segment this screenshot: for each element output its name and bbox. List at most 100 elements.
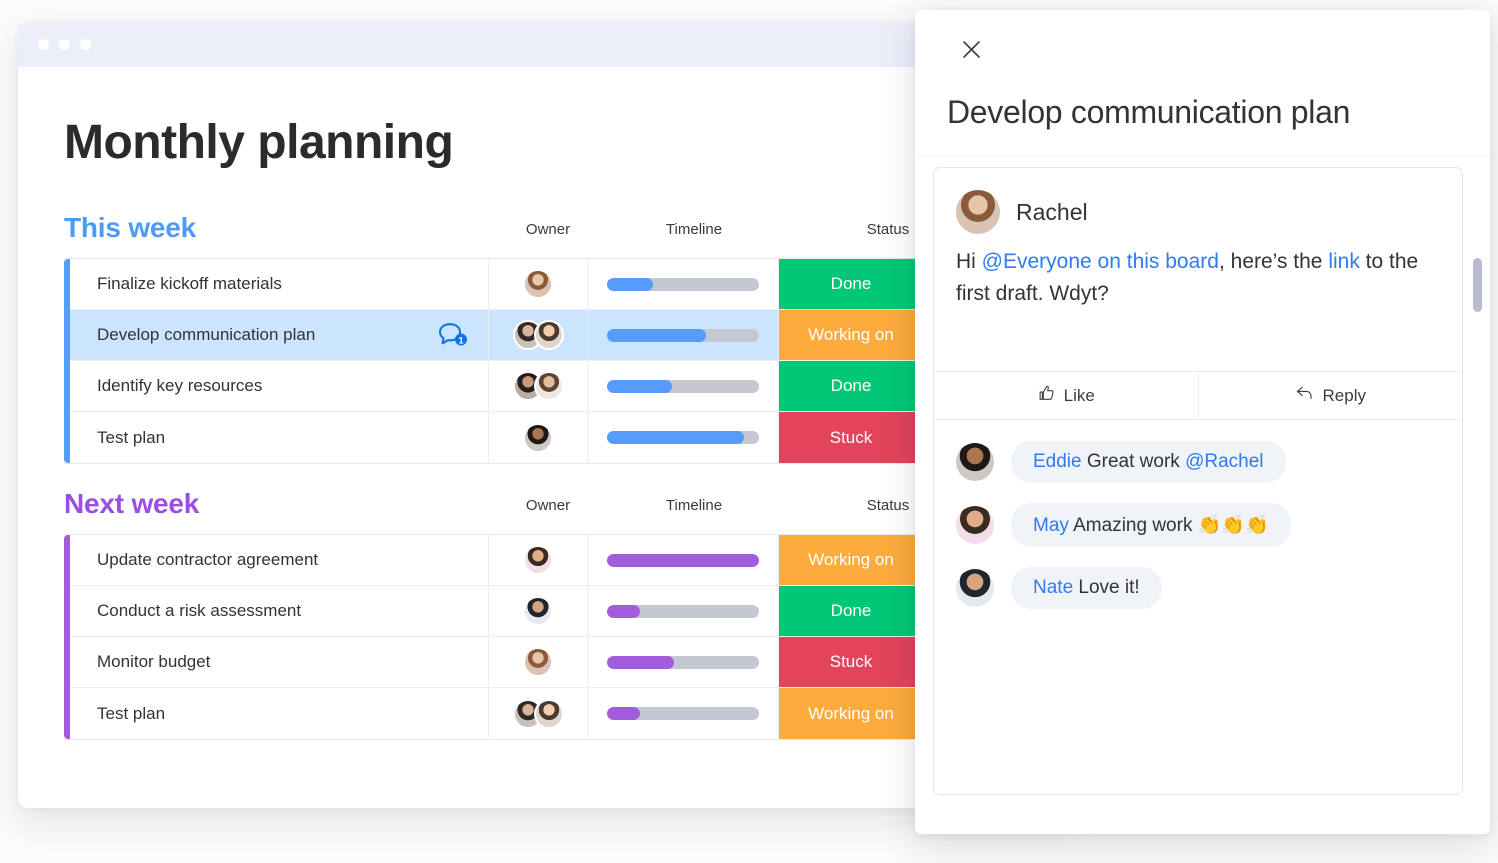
post-text-segment: , here’s the — [1218, 250, 1329, 273]
owner-cell[interactable] — [488, 412, 588, 463]
post-author: Rachel — [1016, 198, 1088, 225]
item-details-panel: Develop communication plan Rachel Hi @Ev… — [915, 10, 1490, 834]
timeline-cell[interactable] — [588, 412, 779, 463]
group-title[interactable]: Next week — [64, 488, 199, 520]
progress-fill — [607, 379, 673, 393]
post-text-segment: Hi — [956, 250, 982, 273]
owner-cell[interactable] — [488, 310, 588, 360]
status-badge[interactable]: Done — [779, 586, 933, 636]
avatar-group — [523, 545, 553, 575]
reply-list: Eddie Great work @Rachel May Amazing work… — [934, 419, 1462, 629]
reply-text: Love it! — [1073, 577, 1140, 598]
owner-cell[interactable] — [488, 688, 588, 739]
avatar-group — [512, 371, 564, 401]
progress-track — [607, 431, 759, 444]
task-name-cell[interactable]: Monitor budget — [70, 637, 488, 687]
draft-link[interactable]: link — [1328, 250, 1360, 273]
column-header-timeline: Timeline — [665, 497, 723, 514]
panel-divider — [915, 155, 1490, 156]
status-badge[interactable]: Done — [779, 259, 933, 309]
progress-fill — [607, 431, 744, 444]
task-name-cell[interactable]: Conduct a risk assessment — [70, 586, 488, 636]
reply-mention[interactable]: @Rachel — [1185, 451, 1263, 472]
owner-cell[interactable] — [488, 586, 588, 636]
reply-emoji: 👏👏👏 — [1197, 515, 1269, 536]
window-maximize-dot[interactable] — [80, 39, 91, 50]
progress-track — [607, 328, 759, 342]
chat-bubble-icon[interactable]: 1 — [438, 322, 468, 348]
task-name-cell[interactable]: Finalize kickoff materials — [70, 259, 488, 309]
reply-button[interactable]: Reply — [1197, 372, 1463, 419]
status-badge[interactable]: Working on — [779, 688, 933, 739]
reply-text: Great work — [1081, 451, 1186, 472]
timeline-cell[interactable] — [588, 361, 779, 411]
avatar — [523, 647, 553, 677]
status-badge[interactable]: Stuck — [779, 412, 933, 463]
avatar-group — [523, 422, 553, 453]
scrollbar-thumb[interactable] — [1473, 258, 1482, 312]
status-badge[interactable]: Working on — [779, 535, 933, 585]
table-row[interactable]: Conduct a risk assessment Done — [70, 586, 933, 637]
avatar — [523, 545, 553, 575]
reply-item[interactable]: Nate Love it! — [956, 567, 1462, 609]
task-name-cell[interactable]: Develop communication plan 1 — [70, 310, 488, 360]
reply-bubble: Eddie Great work @Rachel — [1011, 441, 1286, 483]
panel-scrollbar[interactable] — [1473, 242, 1482, 802]
table-row[interactable]: Update contractor agreement Working on — [70, 535, 933, 586]
group-title[interactable]: This week — [64, 212, 196, 244]
avatar-group — [512, 698, 564, 729]
table-row[interactable]: Develop communication plan 1 Working on — [70, 310, 933, 361]
table-row[interactable]: Monitor budget Stuck — [70, 637, 933, 688]
avatar-group — [512, 320, 564, 350]
timeline-cell[interactable] — [588, 310, 779, 360]
owner-cell[interactable] — [488, 361, 588, 411]
reply-item[interactable]: May Amazing work 👏👏👏 — [956, 503, 1462, 547]
timeline-cell[interactable] — [588, 637, 779, 687]
task-name-cell[interactable]: Identify key resources — [70, 361, 488, 411]
reply-item[interactable]: Eddie Great work @Rachel — [956, 441, 1462, 483]
avatar — [523, 269, 553, 299]
progress-track — [607, 277, 759, 291]
reply-author[interactable]: Eddie — [1033, 451, 1082, 472]
thumbs-up-icon — [1037, 384, 1055, 407]
task-label: Test plan — [97, 703, 166, 723]
timeline-cell[interactable] — [588, 259, 779, 309]
status-badge[interactable]: Stuck — [779, 637, 933, 687]
table-row[interactable]: Identify key resources Done — [70, 361, 933, 412]
table-row[interactable]: Finalize kickoff materials Done — [70, 259, 933, 310]
mention-everyone[interactable]: @Everyone on this board — [982, 250, 1219, 273]
task-label: Develop communication plan — [97, 325, 316, 344]
svg-text:1: 1 — [458, 335, 463, 345]
status-badge[interactable]: Done — [779, 361, 933, 411]
post-body-text: Hi @Everyone on this board, here’s the l… — [934, 234, 1462, 310]
avatar — [533, 320, 564, 350]
close-icon[interactable] — [949, 27, 993, 71]
post-header: Rachel — [934, 168, 1462, 234]
table-row[interactable]: Test plan Stuck — [70, 412, 933, 463]
progress-track — [607, 379, 759, 393]
like-label: Like — [1063, 385, 1095, 405]
status-badge[interactable]: Working on — [779, 310, 933, 360]
task-label: Conduct a risk assessment — [97, 601, 302, 620]
task-name-cell[interactable]: Test plan — [70, 412, 488, 463]
reply-author[interactable]: Nate — [1033, 577, 1073, 598]
task-name-cell[interactable]: Test plan — [70, 688, 488, 739]
owner-cell[interactable] — [488, 259, 588, 309]
task-name-cell[interactable]: Update contractor agreement — [70, 535, 488, 585]
like-button[interactable]: Like — [934, 372, 1198, 419]
avatar-group — [523, 647, 553, 677]
reply-bubble: Nate Love it! — [1011, 567, 1162, 609]
post-action-bar: Like Reply — [934, 371, 1462, 420]
avatar-group — [523, 269, 553, 299]
timeline-cell[interactable] — [588, 586, 779, 636]
progress-track — [607, 707, 759, 720]
table-row[interactable]: Test plan Working on — [70, 688, 933, 739]
timeline-cell[interactable] — [588, 535, 779, 585]
avatar-group — [523, 596, 553, 626]
owner-cell[interactable] — [488, 637, 588, 687]
owner-cell[interactable] — [488, 535, 588, 585]
window-close-dot[interactable] — [38, 39, 49, 50]
reply-author[interactable]: May — [1033, 515, 1069, 536]
timeline-cell[interactable] — [588, 688, 779, 739]
window-minimize-dot[interactable] — [59, 39, 70, 50]
